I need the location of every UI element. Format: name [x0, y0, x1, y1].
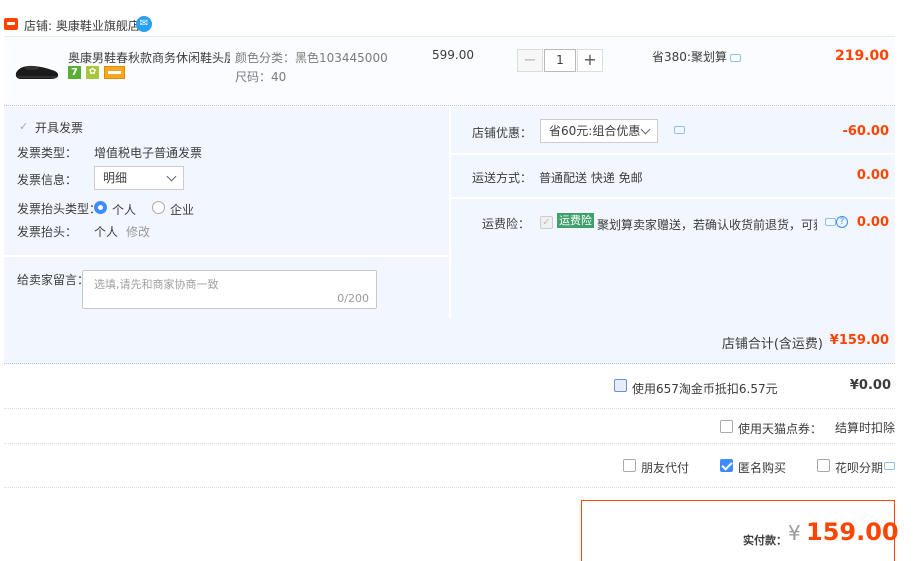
huabei-label[interactable]: 花呗分期	[835, 459, 883, 476]
product-thumbnail[interactable]	[14, 57, 60, 83]
insurance-text: 聚划算卖家赠送，若确认收货前退货，可获...	[597, 218, 817, 232]
sku-size: 尺码：40	[235, 70, 287, 84]
payment-options-row: 朋友代付 匿名购买 花呗分期	[4, 444, 895, 488]
radio-company[interactable]	[152, 201, 165, 214]
invoice-type-value: 增值税电子普通发票	[94, 146, 203, 160]
shipping-price: 0.00	[856, 168, 889, 183]
shipping-method-value: 普通配送 快递 免邮	[539, 171, 643, 185]
divider	[451, 153, 895, 155]
seller-message-input[interactable]: 选填,请先和商家协商一致 0/200	[82, 270, 377, 309]
invoice-info-selected: 明细	[103, 171, 128, 185]
payment-amount: 159.00	[806, 518, 899, 546]
quality-badge-icon: ✿	[86, 66, 99, 79]
insurance-tag: 运费险	[557, 213, 594, 228]
chevron-down-icon	[166, 171, 177, 182]
wangwang-chat-icon[interactable]: ✉	[136, 16, 152, 32]
invoice-type-label: 发票类型：	[17, 146, 78, 160]
shop-name[interactable]: 店铺: 奥康鞋业旗舰店	[24, 17, 140, 34]
comment-icon[interactable]	[884, 462, 895, 470]
shop-discount-selected: 省60元:组合优惠	[549, 124, 641, 138]
credit-card-badge-icon	[104, 66, 125, 79]
unit-price: 599.00	[432, 48, 474, 62]
comment-icon[interactable]	[674, 126, 685, 134]
shipping-panel: 店铺优惠： 省60元:组合优惠 -60.00 运送方式： 普通配送 快递 免邮 …	[451, 107, 895, 318]
tmall-points-label: 使用天猫点券：	[738, 422, 823, 436]
shop-discount-label: 店铺优惠：	[472, 126, 533, 140]
insurance-label: 运费险：	[482, 217, 531, 231]
chevron-down-icon	[640, 124, 651, 135]
shop-discount-select[interactable]: 省60元:组合优惠	[540, 119, 658, 143]
tmall-shop-icon	[4, 18, 18, 30]
shop-discount-value: -60.00	[842, 124, 889, 139]
anonymous-label[interactable]: 匿名购买	[738, 459, 786, 476]
shipping-method-label: 运送方式：	[472, 171, 533, 185]
shop-total-row: 店铺合计(含运费) ¥159.00	[4, 318, 895, 364]
huabei-checkbox[interactable]	[817, 459, 830, 472]
invoice-header-label: 发票抬头：	[17, 225, 78, 239]
payment-summary: 实付款： ¥ 159.00	[581, 500, 899, 561]
invoice-checkbox[interactable]: ✓	[19, 121, 30, 132]
discount-text: 省380:聚划算	[652, 50, 727, 64]
quantity-input[interactable]: 1	[544, 49, 576, 72]
radio-personal[interactable]	[94, 201, 107, 214]
message-char-count: 0/200	[337, 292, 369, 305]
payment-label: 实付款：	[743, 534, 787, 547]
tmall-points-checkbox[interactable]	[720, 420, 733, 433]
order-item-row: 奥康男鞋春秋款商务休闲鞋头层... 7 ✿ 颜色分类：黑色103445000 尺…	[4, 36, 895, 106]
modify-invoice-link[interactable]: 修改	[126, 225, 150, 239]
radio-company-label[interactable]: 企业	[170, 201, 194, 218]
message-label: 给卖家留言：	[17, 273, 90, 287]
friend-pay-label[interactable]: 朋友代付	[641, 459, 689, 476]
tmall-points-row: 使用天猫点券： 结算时扣除	[4, 409, 895, 444]
shop-total-label: 店铺合计(含运费)	[721, 337, 823, 352]
invoice-info-label: 发票信息：	[17, 173, 78, 187]
divider	[4, 255, 449, 257]
invoice-header-value: 个人 修改	[94, 223, 150, 240]
shop-header: 店铺: 奥康鞋业旗舰店 ✉	[0, 14, 915, 36]
insurance-price: 0.00	[856, 215, 889, 230]
quantity-increase-button[interactable]: +	[577, 49, 603, 72]
anonymous-checkbox[interactable]	[720, 459, 733, 472]
coins-label: 使用657淘金币抵扣6.57元	[632, 382, 778, 396]
coins-row: 使用657淘金币抵扣6.57元 ¥0.00	[4, 365, 895, 409]
invoice-header-type-label: 发票抬头类型：	[17, 202, 102, 216]
coins-value: ¥0.00	[849, 378, 891, 393]
seven-day-return-badge: 7	[68, 66, 81, 79]
message-placeholder: 选填,请先和商家协商一致	[94, 278, 219, 291]
coins-checkbox[interactable]	[614, 379, 627, 392]
comment-icon[interactable]	[729, 53, 741, 62]
discount-note: 省380:聚划算	[652, 48, 741, 65]
tmall-points-value: 结算时扣除	[834, 421, 895, 435]
currency-symbol: ¥	[788, 521, 801, 545]
quantity-decrease-button[interactable]: −	[517, 49, 543, 72]
radio-personal-label[interactable]: 个人	[112, 201, 136, 218]
item-subtotal: 219.00	[834, 48, 889, 64]
invoice-enable-label: 开具发票	[35, 121, 84, 135]
invoice-info-select[interactable]: 明细	[94, 166, 184, 190]
shop-total-value: ¥159.00	[829, 333, 889, 348]
divider	[451, 197, 895, 199]
insurance-checkbox: ✓	[540, 216, 553, 229]
friend-pay-checkbox[interactable]	[623, 459, 636, 472]
invoice-header-text: 个人	[94, 225, 119, 239]
sku-color: 颜色分类：黑色103445000	[235, 51, 388, 65]
invoice-panel: ✓ 开具发票 发票类型： 增值税电子普通发票 发票信息： 明细 发票抬头类型： …	[4, 107, 449, 318]
product-title[interactable]: 奥康男鞋春秋款商务休闲鞋头层...	[68, 49, 230, 66]
